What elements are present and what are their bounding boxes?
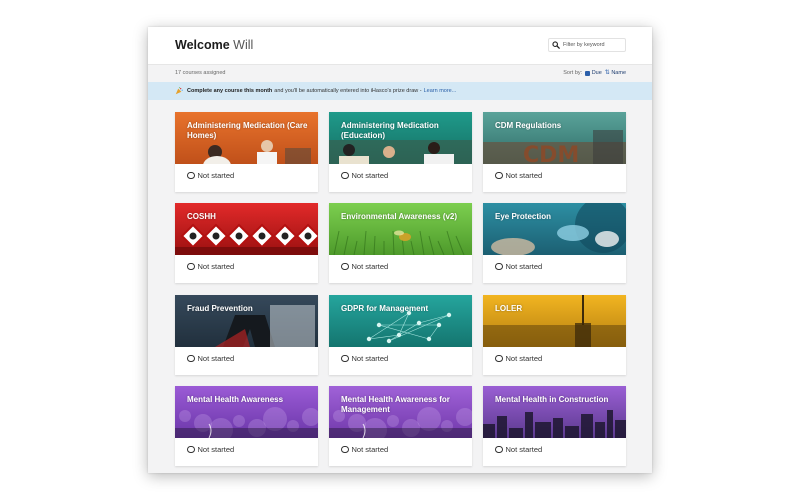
course-title: LOLER [495,304,523,313]
calendar-icon [585,70,591,76]
courses-assigned-count: 17 courses assigned [175,70,226,76]
status-label: Not started [197,354,235,363]
course-status: Not started [187,445,234,454]
network-nodes-image [329,295,472,347]
course-status: Not started [187,354,234,363]
safety-goggles-image [483,203,626,255]
page-title: Welcome Will [175,38,253,52]
app-window: Welcome Will 17 courses assigned Sort by… [148,27,652,473]
walking-person-image [175,295,318,347]
sort-by-due-button[interactable]: Due [585,70,602,76]
course-title: Mental Health in Construction [495,395,609,404]
learn-more-link[interactable]: Learn more... [424,88,457,94]
party-popper-icon [175,87,183,95]
course-title: Environmental Awareness (v2) [341,212,458,221]
course-title: Mental Health Awareness [187,395,284,404]
lifting-equipment-image [483,295,626,347]
empty-circle-icon [495,171,503,180]
course-title: Mental Health Awareness for Management [341,395,450,414]
course-status: Not started [341,171,388,180]
course-card[interactable]: Environmental Awareness (v2) Not started [329,203,472,283]
sort-controls: Sort by: Due ⇅ Name [563,69,626,77]
svg-text:CDM: CDM [523,143,579,164]
course-toolbar: 17 courses assigned Sort by: Due ⇅ Name [148,64,652,82]
empty-circle-icon [341,262,349,271]
city-skyline-image [483,386,626,438]
status-label: Not started [505,262,543,271]
status-label: Not started [351,262,389,271]
course-card[interactable]: LOLER Not started [483,295,626,375]
welcome-text: Welcome [175,38,230,52]
empty-circle-icon [187,171,195,180]
course-card[interactable]: Mental Health Awareness Not started [175,386,318,466]
empty-circle-icon [341,445,349,454]
status-label: Not started [351,171,389,180]
course-status: Not started [341,354,388,363]
course-card[interactable]: Mental Health in Construction Not started [483,386,626,466]
course-status: Not started [495,445,542,454]
course-card[interactable]: GDPR for Management Not started [329,295,472,375]
status-label: Not started [197,262,235,271]
course-title: Fraud Prevention [187,304,253,313]
banner-bold-text: Complete any course this month [187,88,273,94]
hazard-symbols-image [175,203,318,255]
empty-circle-icon [187,354,195,363]
search-input[interactable] [563,39,625,51]
insect-on-grass-image [329,203,472,255]
course-title: Eye Protection [495,212,552,221]
empty-circle-icon [495,262,503,271]
course-status: Not started [187,171,234,180]
empty-circle-icon [187,445,195,454]
sort-label: Sort by: [563,70,583,76]
empty-circle-icon [187,262,195,271]
status-label: Not started [197,445,235,454]
course-status: Not started [495,354,542,363]
course-card[interactable]: Mental Health Awareness for Management No… [329,386,472,466]
course-status: Not started [341,262,388,271]
banner-text: and you'll be automatically entered into… [274,88,422,94]
course-title: Administering Medication (Care Homes) [187,121,308,140]
status-label: Not started [505,445,543,454]
course-status: Not started [495,262,542,271]
status-label: Not started [351,445,389,454]
page-header: Welcome Will [148,27,652,64]
status-label: Not started [505,354,543,363]
cdm-letters-image: CDM [483,112,626,164]
empty-circle-icon [341,354,349,363]
course-card[interactable]: Fraud Prevention Not started [175,295,318,375]
search-icon [552,41,560,49]
course-title: Administering Medication (Education) [341,121,439,140]
course-title: CDM Regulations [495,121,562,130]
sort-arrows-icon: ⇅ [604,69,610,76]
sort-name-label: Name [611,70,626,76]
course-status: Not started [341,445,388,454]
empty-circle-icon [495,445,503,454]
course-card[interactable]: Administering Medication (Education) Not … [329,112,472,192]
course-card[interactable]: Eye Protection Not started [483,203,626,283]
status-label: Not started [197,171,235,180]
abstract-bokeh-image [175,386,318,438]
search-box[interactable] [548,38,626,52]
course-status: Not started [187,262,234,271]
user-name: Will [233,38,254,52]
course-title: GDPR for Management [341,304,429,313]
empty-circle-icon [341,171,349,180]
status-label: Not started [505,171,543,180]
status-label: Not started [351,354,389,363]
prize-draw-banner: Complete any course this month and you'l… [148,82,652,100]
sort-by-name-button[interactable]: ⇅ Name [604,69,626,77]
course-card[interactable]: Administering Medication (Care Homes) Not… [175,112,318,192]
course-card[interactable]: COSHH Not started [175,203,318,283]
empty-circle-icon [495,354,503,363]
course-card[interactable]: CDM CDM Regulations Not started [483,112,626,192]
course-title: COSHH [187,212,216,221]
sort-due-label: Due [591,70,602,76]
course-status: Not started [495,171,542,180]
